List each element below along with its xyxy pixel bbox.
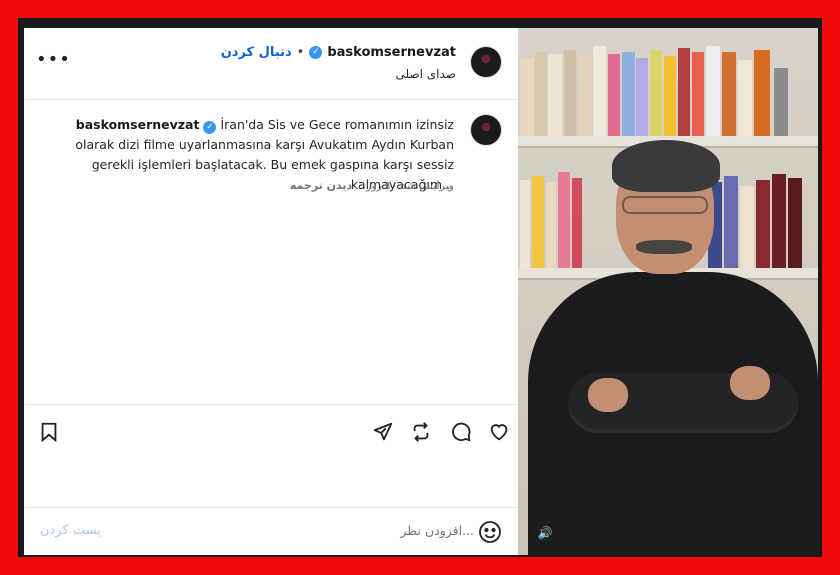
comment-icon[interactable]	[448, 419, 474, 445]
speaker-icon[interactable]: 🔊	[532, 520, 558, 546]
edited-label: ویرایش شد ۱۰ روز	[366, 179, 454, 192]
header-avatar[interactable]	[470, 46, 502, 78]
heart-icon[interactable]	[486, 419, 512, 445]
bookmark-icon[interactable]	[36, 419, 62, 445]
caption-avatar[interactable]	[470, 114, 502, 146]
header-username[interactable]: baskomsernevzat	[327, 45, 456, 60]
post-header: ••• دنبال کردن • ✓ baskomsernevzat صدای …	[24, 28, 518, 100]
send-icon[interactable]	[370, 419, 396, 445]
video-player[interactable]: 🔊	[518, 28, 818, 555]
verified-badge-icon: ✓	[309, 46, 323, 59]
see-translation-link[interactable]: دیدن ترجمه	[290, 179, 352, 192]
verified-badge-icon: ✓	[203, 121, 217, 134]
audio-label[interactable]: صدای اصلی	[395, 67, 456, 81]
glasses	[622, 196, 708, 214]
post-panel: ••• دنبال کردن • ✓ baskomsernevzat صدای …	[24, 28, 518, 555]
more-options-icon[interactable]: •••	[36, 51, 71, 69]
action-bar	[24, 404, 518, 460]
emoji-icon[interactable]	[478, 520, 502, 544]
header-user-row: دنبال کردن • ✓ baskomsernevzat	[221, 45, 456, 60]
person-hair	[612, 140, 720, 192]
caption-username[interactable]: baskomsernevzat	[76, 117, 200, 132]
post-comment-button[interactable]: پست کردن	[40, 523, 101, 538]
separator-dot: •	[296, 45, 305, 60]
caption-meta: ویرایش شد ۱۰ روز دیدن ترجمه	[290, 179, 454, 192]
comment-input[interactable]: افزودن نظر...	[400, 523, 474, 538]
top-bookshelf	[518, 28, 818, 138]
left-hand	[588, 378, 628, 412]
right-hand	[730, 366, 770, 400]
mustache	[636, 240, 692, 254]
repost-icon[interactable]	[408, 419, 434, 445]
follow-button[interactable]: دنبال کردن	[221, 45, 292, 60]
comment-bar: پست کردن افزودن نظر...	[24, 507, 518, 555]
